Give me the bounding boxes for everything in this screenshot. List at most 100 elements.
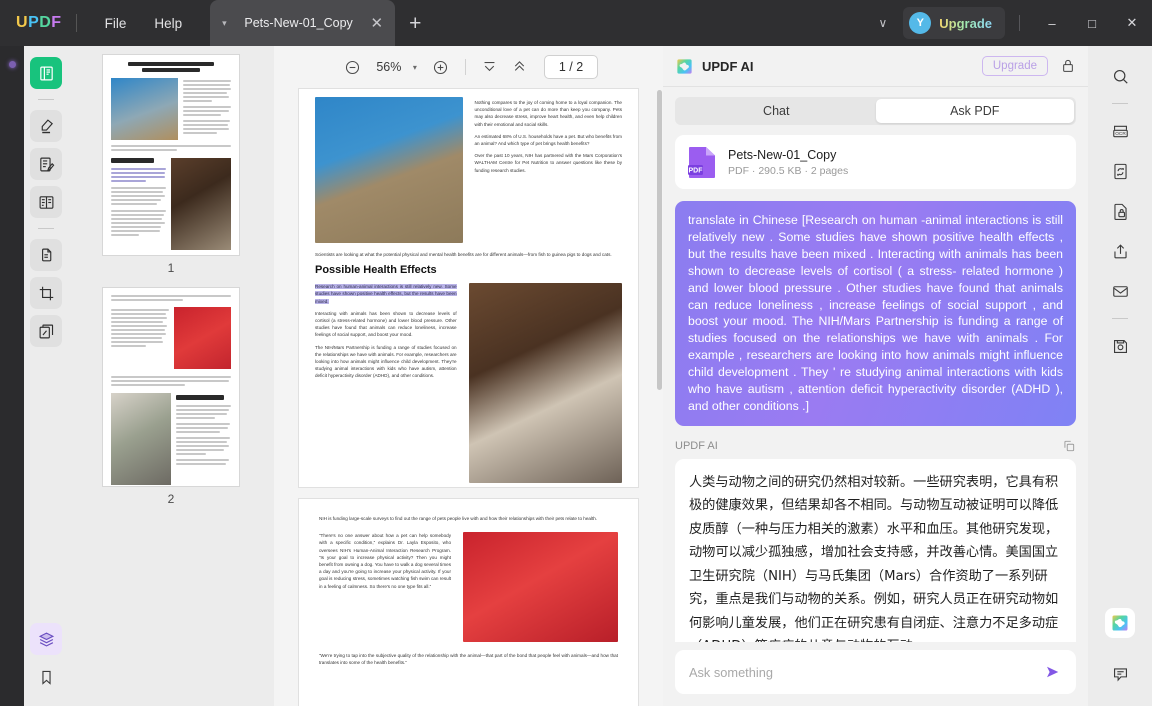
fit-page-button[interactable] xyxy=(476,53,504,81)
convert-icon xyxy=(38,247,55,264)
window-close-button[interactable]: ✕ xyxy=(1112,0,1152,46)
thumbnail-page-1[interactable] xyxy=(102,54,240,256)
ai-mode-tabs: Chat Ask PDF xyxy=(675,97,1076,125)
thumbnail-label-1: 1 xyxy=(167,261,175,275)
batch-icon xyxy=(38,323,55,340)
chevron-down-icon[interactable]: ∨ xyxy=(878,16,887,30)
right-rail-separator-2 xyxy=(1112,318,1128,319)
highlighted-text: Research on human-animal interactions is… xyxy=(315,284,457,304)
protect-button[interactable] xyxy=(1104,195,1136,227)
page2-closing: “We're trying to tap into the subjective… xyxy=(319,653,618,666)
titlebar-divider xyxy=(75,14,77,32)
ai-panel-title: UPDF AI xyxy=(702,58,754,74)
page1-lower-left: Research on human-animal interactions is… xyxy=(315,283,457,483)
toolbar-divider xyxy=(464,59,466,75)
share-button[interactable] xyxy=(1104,235,1136,267)
updf-ai-button[interactable] xyxy=(1105,608,1135,638)
rail-separator-2 xyxy=(38,228,54,229)
sidebar-item-comment[interactable] xyxy=(30,110,62,142)
file-info: Pets-New-01_Copy PDF · 290.5 KB · 2 page… xyxy=(728,148,848,177)
document-toolbar: 56% ▾ 1 / 2 xyxy=(274,46,663,88)
comment-icon xyxy=(1111,665,1130,684)
scrollbar-thumb[interactable] xyxy=(657,90,662,390)
page1-para-2: An estimated 68% of U.S. households have… xyxy=(474,133,623,147)
pdf-file-icon: PDF xyxy=(687,145,717,179)
thumbnail-page-2[interactable] xyxy=(102,287,240,487)
bookmark-icon xyxy=(38,669,55,686)
page2-lead: NIH is funding large-scale surveys to fi… xyxy=(319,516,598,521)
updf-app-window: UPDF File Help ▾ Pets-New-01_Copy ✕ + ∨ … xyxy=(0,0,1152,706)
right-rail: OCR xyxy=(1088,46,1152,706)
new-tab-button[interactable]: + xyxy=(409,13,421,34)
page1-para-1: Nothing compares to the joy of coming ho… xyxy=(474,100,623,127)
sidebar-item-reader[interactable] xyxy=(30,57,62,89)
logo-letter-p: P xyxy=(28,14,40,31)
minimize-button[interactable]: – xyxy=(1032,0,1072,46)
page1-cat-image xyxy=(315,97,463,243)
svg-text:OCR: OCR xyxy=(1115,131,1126,137)
rail-separator xyxy=(38,99,54,100)
ai-response-text: 人类与动物之间的研究仍然相对较新。一些研究表明，它具有积极的健康效果，但结果却各… xyxy=(675,458,1076,642)
document-page-2[interactable]: NIH is funding large-scale surveys to fi… xyxy=(298,498,639,706)
page-indicator[interactable]: 1 / 2 xyxy=(543,55,599,79)
sidebar-item-crop[interactable] xyxy=(30,277,62,309)
page1-intro-text: Nothing compares to the joy of coming ho… xyxy=(475,99,623,174)
ai-upgrade-button[interactable]: Upgrade xyxy=(981,56,1048,76)
document-view[interactable]: Nothing compares to the joy of coming ho… xyxy=(274,88,663,706)
document-page-1[interactable]: Nothing compares to the joy of coming ho… xyxy=(298,88,639,488)
thumbnail-panel[interactable]: 1 2 xyxy=(68,46,274,706)
crop-icon xyxy=(38,285,55,302)
chevron-down-icon[interactable]: ▾ xyxy=(411,63,425,72)
user-message-bubble: translate in Chinese [Research on human … xyxy=(675,201,1076,426)
ai-panel-header: UPDF AI Upgrade xyxy=(663,46,1088,86)
ai-response-label: UPDF AI xyxy=(675,439,718,452)
save-button[interactable] xyxy=(1104,330,1136,362)
sidebar-item-convert[interactable] xyxy=(30,239,62,271)
page2-right-column xyxy=(463,532,618,643)
upgrade-button[interactable]: Y Upgrade xyxy=(903,7,1005,39)
right-rail-bottom xyxy=(1104,608,1136,706)
thumbnail-list: 1 2 xyxy=(68,54,274,518)
sidebar-item-bookmark[interactable] xyxy=(30,661,62,693)
ai-panel: UPDF AI Upgrade Chat Ask PDF PDF Pets-Ne… xyxy=(663,46,1088,706)
page1-heading: Possible Health Effects xyxy=(315,264,437,277)
send-icon[interactable] xyxy=(1044,663,1062,681)
ai-header-divider xyxy=(663,86,1088,87)
sidebar-item-organize-pages[interactable] xyxy=(30,186,62,218)
sidebar-item-layers[interactable] xyxy=(30,623,62,655)
compress-icon xyxy=(1111,162,1130,181)
document-tab[interactable]: ▾ Pets-New-01_Copy ✕ xyxy=(210,0,396,46)
maximize-button[interactable]: □ xyxy=(1072,0,1112,46)
ai-conversation[interactable]: PDF Pets-New-01_Copy PDF · 290.5 KB · 2 … xyxy=(663,125,1088,642)
zoom-level[interactable]: 56% xyxy=(369,60,409,74)
zoom-in-button[interactable] xyxy=(427,53,455,81)
search-input[interactable] xyxy=(689,664,1044,680)
sidebar-item-edit-pdf[interactable] xyxy=(30,148,62,180)
clear-chat-icon[interactable] xyxy=(1060,58,1076,74)
email-button[interactable] xyxy=(1104,275,1136,307)
ask-input-container[interactable] xyxy=(675,650,1076,694)
ocr-button[interactable]: OCR xyxy=(1104,115,1136,147)
menu-file[interactable]: File xyxy=(91,10,141,37)
updf-ai-icon xyxy=(1110,613,1130,633)
tab-ask-pdf[interactable]: Ask PDF xyxy=(875,99,1074,123)
sidebar-item-batch[interactable] xyxy=(30,315,62,347)
page1-dog-cat-image xyxy=(468,283,622,484)
comment-button[interactable] xyxy=(1104,658,1136,690)
right-rail-separator xyxy=(1112,103,1128,104)
highlighter-icon xyxy=(38,118,55,135)
fit-width-button[interactable] xyxy=(506,53,534,81)
attached-file-card[interactable]: PDF Pets-New-01_Copy PDF · 290.5 KB · 2 … xyxy=(675,135,1076,189)
edit-pdf-icon xyxy=(38,156,55,173)
compress-button[interactable] xyxy=(1104,155,1136,187)
close-icon[interactable]: ✕ xyxy=(371,16,384,31)
search-icon xyxy=(1111,67,1130,86)
document-scrollbar[interactable] xyxy=(657,88,662,706)
tab-chat[interactable]: Chat xyxy=(677,99,876,123)
tool-rail xyxy=(24,46,68,706)
copy-icon[interactable] xyxy=(1062,439,1076,453)
menu-help[interactable]: Help xyxy=(140,10,196,37)
logo-letter-u: U xyxy=(16,14,29,31)
zoom-out-button[interactable] xyxy=(339,53,367,81)
search-button[interactable] xyxy=(1104,60,1136,92)
